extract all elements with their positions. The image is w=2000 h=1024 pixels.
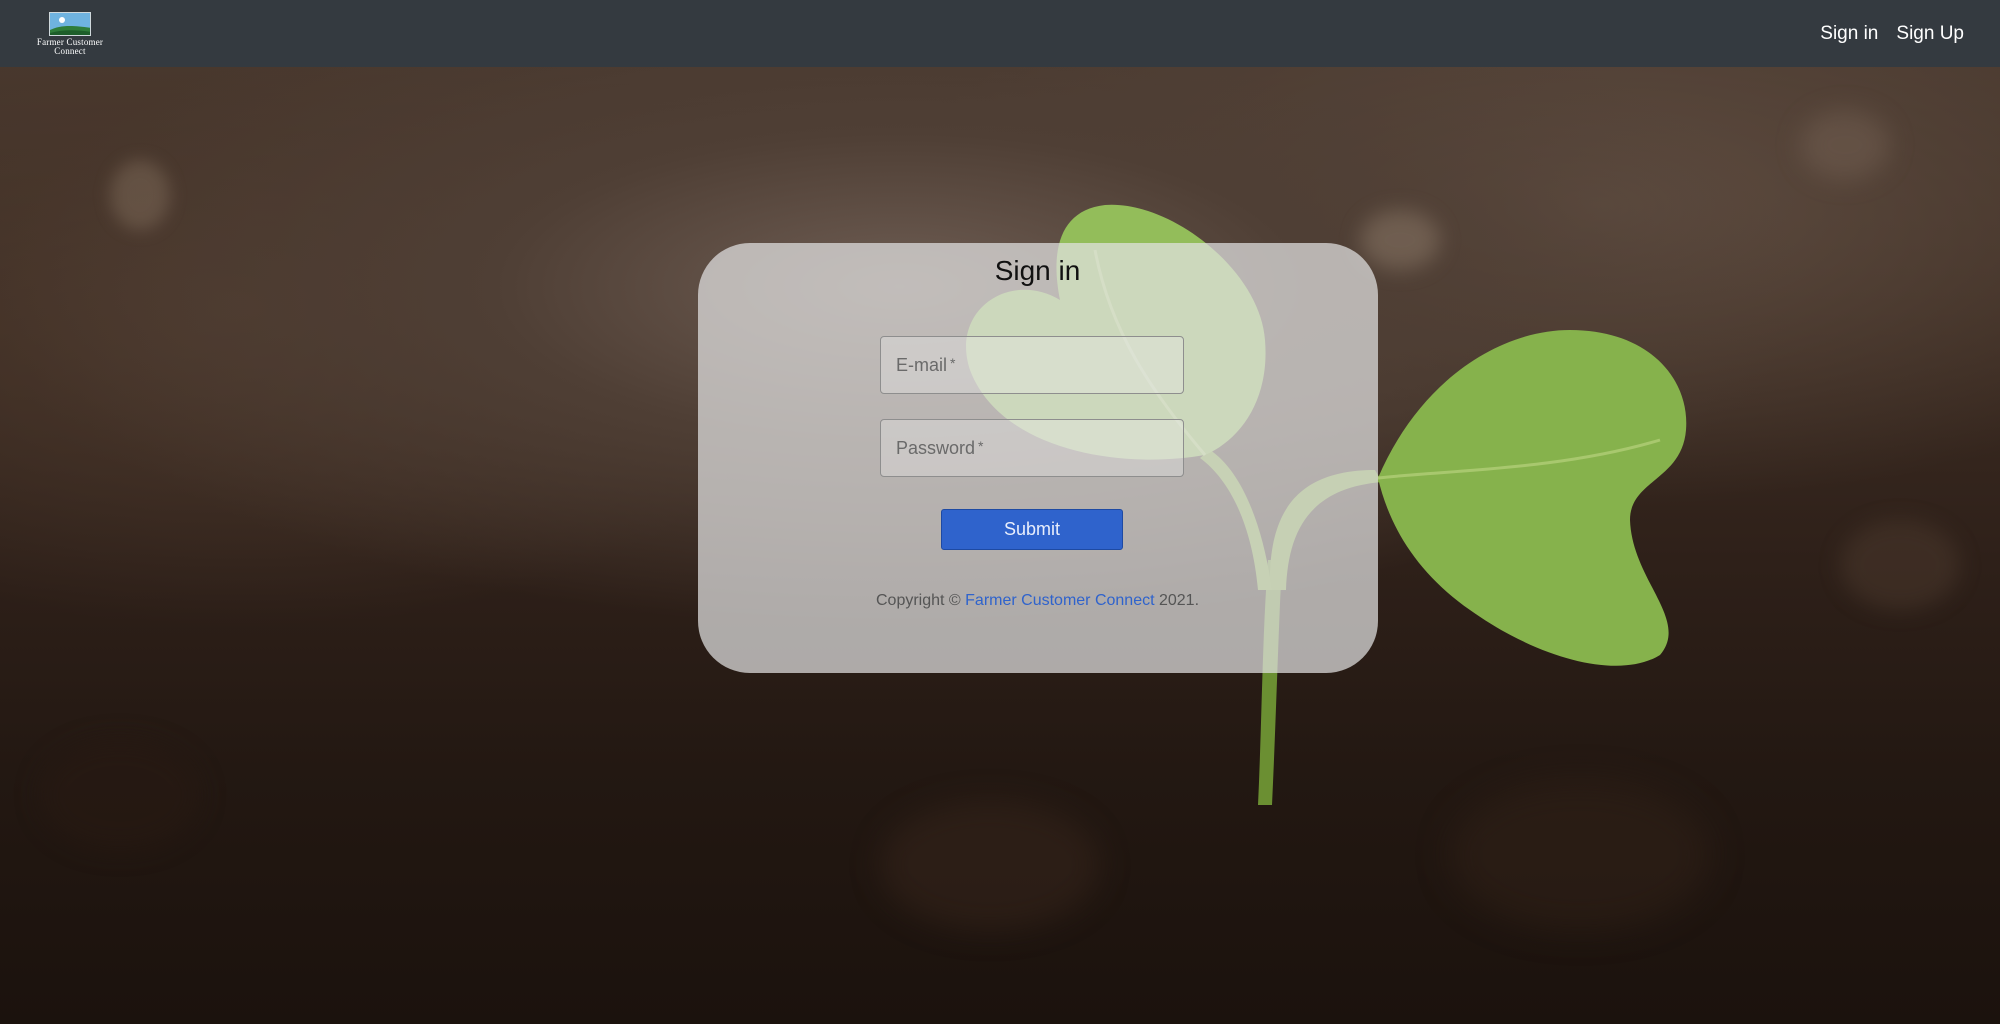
email-field[interactable]: E-mail * <box>880 336 1184 394</box>
required-marker: * <box>950 355 956 371</box>
brand-line-2: Connect <box>54 45 86 56</box>
brand-logo[interactable]: Farmer Customer Connect <box>28 11 112 56</box>
copyright-footer: Copyright © Farmer Customer Connect 2021… <box>0 592 2000 610</box>
password-field[interactable]: Password * <box>880 419 1184 477</box>
nav-sign-in-link[interactable]: Sign in <box>1820 23 1878 45</box>
submit-button[interactable]: Submit <box>941 509 1123 550</box>
email-label-text: E-mail <box>896 355 948 375</box>
nav-sign-up-link[interactable]: Sign Up <box>1896 23 1964 45</box>
password-label: Password * <box>896 438 983 459</box>
copyright-link[interactable]: Farmer Customer Connect <box>965 592 1154 609</box>
copyright-suffix: 2021. <box>1154 592 1200 609</box>
farm-landscape-icon <box>49 11 91 36</box>
email-label: E-mail * <box>896 355 955 376</box>
required-marker: * <box>978 438 984 454</box>
brand-name: Farmer Customer Connect <box>37 37 103 56</box>
form-title: Sign in <box>0 255 2000 287</box>
navbar: Farmer Customer Connect Sign in Sign Up <box>0 0 2000 67</box>
form-title-text: Sign in <box>994 255 1081 286</box>
copyright-prefix: Copyright © <box>875 592 966 609</box>
password-label-text: Password <box>896 438 976 458</box>
nav-links: Sign in Sign Up <box>1820 23 1964 45</box>
